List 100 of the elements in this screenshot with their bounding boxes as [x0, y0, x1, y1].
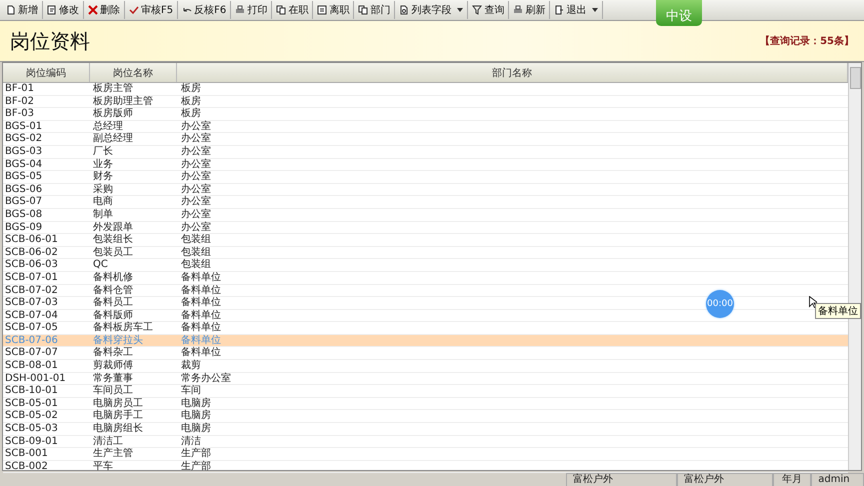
table-cell-text: 办公室 [180, 184, 211, 196]
table-cell-text: 包装组长 [92, 234, 134, 246]
table-cell-text: SCB-05-01 [4, 398, 59, 410]
table-cell-text: 生产部 [180, 448, 211, 460]
table-cell-text: QC [92, 259, 109, 271]
table-cell-text: SCB-07-05 [4, 322, 59, 334]
table-cell-text: 电脑房 [180, 398, 211, 410]
table-cell-text: 备料单位 [180, 272, 221, 284]
table-cell-text: 采购 [92, 184, 114, 196]
table-cell-text: SCB-08-01 [4, 360, 59, 372]
table-cell-text: BGS-03 [4, 146, 44, 158]
table-cell-text: 包装组 [180, 234, 211, 246]
table-cell-text: 备料机修 [92, 272, 134, 284]
table-cell-text: SCB-06-01 [4, 234, 59, 246]
table-cell-text: 备料杂工 [92, 347, 134, 360]
table-cell-text: 电脑房手工 [92, 410, 144, 422]
table-cell-text: 常务董事 [92, 372, 134, 384]
table-cell-text: 清洁工 [92, 436, 124, 448]
table-cell-text: BGS-02 [4, 133, 44, 145]
table-cell-text: 备料单位 [180, 297, 221, 309]
table-cell-text: 办公室 [180, 171, 211, 183]
table-cell-text: SCB-002 [4, 460, 49, 472]
table-cell-text: SCB-05-02 [4, 410, 59, 422]
table-cell-text: 备料单位 [180, 310, 221, 322]
table-cell-text: SCB-10-01 [4, 385, 59, 397]
table-cell-text: SCB-07-07 [4, 347, 59, 360]
table-cell-text: 板房主管 [92, 83, 134, 95]
table-cell-text: BGS-01 [4, 120, 44, 132]
table-cell-text: 电商 [92, 196, 114, 208]
table-cell-text: SCB-001 [4, 448, 49, 460]
table-cell-text: 板房 [180, 96, 201, 108]
status-field: 富松户外 [566, 473, 677, 486]
table-cell-text: 备料单位 [180, 322, 221, 334]
table-cell-text: 备料板房车工 [92, 322, 154, 334]
table-cell-text: 备料员工 [92, 297, 134, 309]
status-field: 富松户外 [676, 473, 774, 486]
table-cell-text: 办公室 [180, 222, 211, 234]
table-cell-text: BF-02 [4, 96, 35, 108]
table-cell-text: 电脑房 [180, 423, 211, 435]
table-cell-text: 车间 [180, 385, 201, 397]
table-cell-text: 板房版师 [92, 108, 134, 120]
table-cell-text: 裁剪 [180, 360, 201, 372]
table-cell-text: 制单 [92, 208, 114, 221]
table-cell-text: 剪裁师傅 [92, 360, 134, 372]
table-cell-text: BF-03 [4, 108, 35, 120]
table-cell-text: DSH-001-01 [4, 372, 67, 384]
table-cell-text: SCB-07-03 [4, 297, 59, 309]
table-cell-text: BGS-08 [4, 208, 44, 221]
status-field: admin [811, 473, 864, 486]
table-cell-text: SCB-06-02 [4, 246, 59, 258]
table-cell-text: 办公室 [180, 208, 211, 221]
table-cell-text: SCB-07-04 [4, 310, 59, 322]
table-cell-text: BGS-09 [4, 222, 44, 234]
table-cell-text: 电脑房组长 [92, 423, 144, 435]
table-cell-text: 车间员工 [92, 385, 134, 397]
table-cell-text: 办公室 [180, 196, 211, 208]
table-cell-text: BF-01 [4, 83, 35, 95]
timer-badge: 00:00 [706, 290, 734, 318]
table-cell-text: 总经理 [92, 120, 124, 132]
tooltip: 备料单位 [815, 303, 861, 319]
logo: 中设 [656, 0, 702, 26]
table-cell-text: SCB-07-06 [4, 334, 59, 346]
table-cell-text: 电脑房员工 [92, 398, 144, 410]
table-cell-text: 备料版师 [92, 310, 134, 322]
table-cell-text: 包装组 [180, 259, 211, 271]
table-cell-text: SCB-09-01 [4, 436, 59, 448]
table-cell-text: 办公室 [180, 146, 211, 158]
table-cell-text: BGS-05 [4, 171, 44, 183]
page-title: 岗位资料 [10, 28, 90, 54]
table-cell-text: SCB-06-03 [4, 259, 59, 271]
table-cell-text: SCB-07-01 [4, 272, 59, 284]
table-cell-text: 常务办公室 [180, 372, 231, 384]
table-cell-text: 包装组 [180, 246, 211, 258]
table-cell-text: 财务 [92, 171, 114, 183]
table-cell-text: 平车 [92, 460, 114, 472]
table-cell-text: 电脑房 [180, 410, 211, 422]
table-cell-text: 办公室 [180, 133, 211, 145]
table-cell-text: BGS-07 [4, 196, 44, 208]
table-cell-text: 包装员工 [92, 246, 134, 258]
record-count: 【查询记录：55条】 [760, 34, 854, 48]
table-cell-text: 办公室 [180, 120, 211, 132]
table-cell-text: 生产主管 [92, 448, 134, 460]
table-cell-text: 备料穿拉头 [92, 334, 144, 346]
table-cell-text: 厂长 [92, 146, 114, 158]
table-cell-text: BGS-06 [4, 184, 44, 196]
table-cell-text: BGS-04 [4, 158, 44, 170]
table-cell-text: SCB-05-03 [4, 423, 59, 435]
table-cell-text: 副总经理 [92, 133, 134, 145]
table-cell-text: 业务 [92, 158, 114, 170]
table-cell-text: 板房 [180, 83, 201, 95]
table-cell-text: SCB-07-02 [4, 284, 59, 296]
table-cell-text: 备料单位 [180, 347, 221, 360]
table-cell-text: 备料单位 [180, 334, 221, 346]
table-cell-text: 外发跟单 [92, 222, 134, 234]
table-cell-text: 板房助理主管 [92, 96, 154, 108]
table-cell-text: 清洁 [180, 436, 201, 448]
status-field: 年月 [773, 473, 812, 486]
table-cell-text: 备料仓管 [92, 284, 134, 296]
table-cell-text: 办公室 [180, 158, 211, 170]
table-cell-text: 备料单位 [180, 284, 221, 296]
